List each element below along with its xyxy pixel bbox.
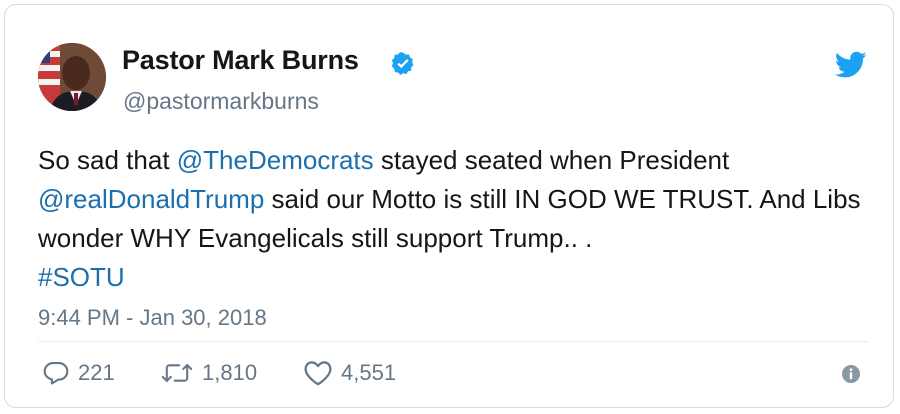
heart-icon: [304, 361, 332, 386]
verified-badge-icon: [391, 52, 414, 75]
retweet-button[interactable]: 1,810: [160, 357, 257, 389]
author-handle[interactable]: @pastormarkburns: [123, 88, 319, 115]
author-name[interactable]: Pastor Mark Burns: [122, 45, 359, 76]
tweet-card: Pastor Mark Burns @pastormarkburns So sa…: [4, 4, 894, 408]
like-count: 4,551: [341, 360, 397, 385]
mention-link[interactable]: @realDonaldTrump: [38, 184, 264, 214]
avatar[interactable]: [38, 43, 106, 111]
reply-icon: [43, 362, 69, 385]
tweet-text-segment: So sad that: [38, 145, 177, 175]
tweet-text: So sad that @TheDemocrats stayed seated …: [38, 141, 868, 297]
hashtag-link[interactable]: #SOTU: [38, 262, 125, 292]
mention-link[interactable]: @TheDemocrats: [177, 145, 374, 175]
timestamp[interactable]: 9:44 PM - Jan 30, 2018: [38, 305, 267, 331]
retweet-icon: [161, 364, 193, 382]
reply-button[interactable]: 221: [42, 357, 115, 389]
twitter-bird-icon[interactable]: [835, 51, 867, 79]
retweet-count: 1,810: [202, 360, 258, 385]
info-icon[interactable]: [841, 364, 861, 384]
reply-count: 221: [78, 360, 115, 385]
tweet-text-segment: stayed seated when President: [373, 145, 730, 175]
divider: [38, 341, 868, 342]
like-button[interactable]: 4,551: [303, 357, 396, 389]
